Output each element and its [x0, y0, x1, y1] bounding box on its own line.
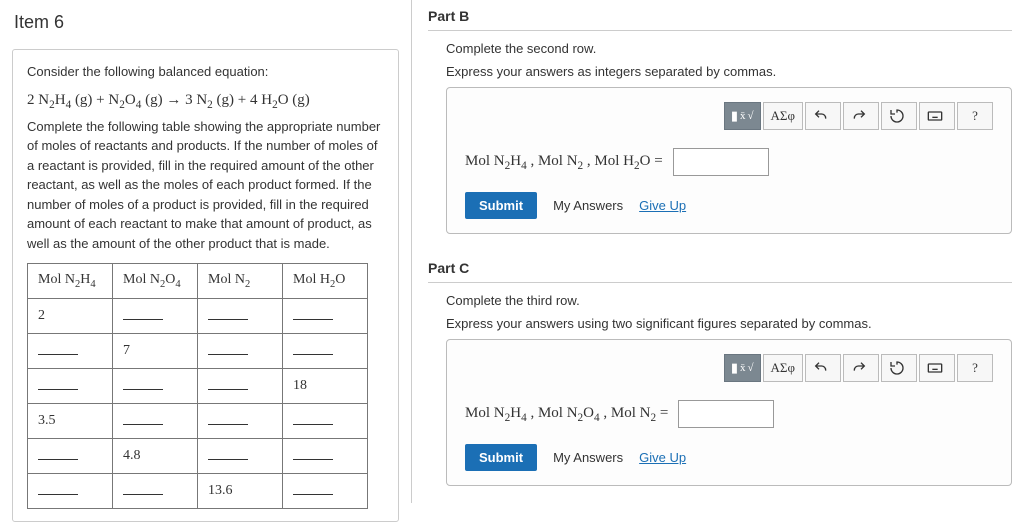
blank-field — [123, 482, 163, 495]
table-cell — [113, 299, 198, 334]
blank-field — [38, 482, 78, 495]
my-answers-link[interactable]: My Answers — [553, 198, 623, 213]
undo-button[interactable] — [805, 102, 841, 130]
table-cell — [198, 369, 283, 404]
moles-table: Mol N2H4 Mol N2O4 Mol N2 Mol H2O 27 18 3.5… — [27, 263, 368, 509]
col-header: Mol H2O — [283, 264, 368, 299]
col-header: Mol N2O4 — [113, 264, 198, 299]
table-cell — [283, 474, 368, 509]
table-cell — [28, 474, 113, 509]
blank-field — [208, 307, 248, 320]
table-row: 3.5 — [28, 404, 368, 439]
question-box: Consider the following balanced equation… — [12, 49, 399, 522]
undo-button[interactable] — [805, 354, 841, 382]
greek-letters-button[interactable]: ΑΣφ — [763, 354, 803, 382]
table-cell — [113, 369, 198, 404]
intro-text: Consider the following balanced equation… — [27, 62, 384, 82]
blank-field — [293, 482, 333, 495]
part-b-heading: Part B — [428, 0, 1012, 31]
left-panel: Item 6 Consider the following balanced e… — [0, 0, 412, 503]
item-title: Item 6 — [12, 0, 399, 49]
table-row: 4.8 — [28, 439, 368, 474]
part-b-answer-box: ▮x̄√ ΑΣφ ? Mol N2H4 , Mol N2 , Mol H2O =… — [446, 87, 1012, 234]
blank-field — [123, 307, 163, 320]
my-answers-link[interactable]: My Answers — [553, 450, 623, 465]
table-cell: 18 — [283, 369, 368, 404]
help-button[interactable]: ? — [957, 354, 993, 382]
blank-field — [293, 412, 333, 425]
keyboard-button[interactable] — [919, 354, 955, 382]
table-cell: 13.6 — [198, 474, 283, 509]
table-cell — [28, 334, 113, 369]
table-cell — [283, 439, 368, 474]
part-b-line2: Express your answers as integers separat… — [446, 64, 1012, 79]
keyboard-button[interactable] — [919, 102, 955, 130]
blank-field — [208, 377, 248, 390]
table-cell: 2 — [28, 299, 113, 334]
give-up-link[interactable]: Give Up — [639, 450, 686, 465]
table-cell — [198, 334, 283, 369]
blank-field — [38, 377, 78, 390]
table-row: 2 — [28, 299, 368, 334]
table-cell — [283, 404, 368, 439]
submit-button[interactable]: Submit — [465, 192, 537, 219]
instructions: Complete the following table showing the… — [27, 117, 384, 254]
blank-field — [208, 447, 248, 460]
table-row: 18 — [28, 369, 368, 404]
table-cell: 3.5 — [28, 404, 113, 439]
part-b-line1: Complete the second row. — [446, 41, 1012, 56]
table-cell: 4.8 — [113, 439, 198, 474]
table-cell — [28, 439, 113, 474]
reset-button[interactable] — [881, 102, 917, 130]
table-cell — [198, 404, 283, 439]
col-header: Mol N2 — [198, 264, 283, 299]
part-b-answer-input[interactable] — [673, 148, 769, 176]
table-header-row: Mol N2H4 Mol N2O4 Mol N2 Mol H2O — [28, 264, 368, 299]
table-row: 13.6 — [28, 474, 368, 509]
table-cell — [283, 299, 368, 334]
greek-letters-button[interactable]: ΑΣφ — [763, 102, 803, 130]
balanced-equation: 2 N2H4 (g) + N2O4 (g) → 3 N2 (g) + 4 H2O… — [27, 92, 384, 111]
right-panel: Part B Complete the second row. Express … — [412, 0, 1024, 503]
table-cell — [198, 299, 283, 334]
reset-button[interactable] — [881, 354, 917, 382]
redo-button[interactable] — [843, 102, 879, 130]
blank-field — [293, 342, 333, 355]
formatting-toolbar: ▮x̄√ ΑΣφ ? — [465, 354, 993, 382]
table-cell: 7 — [113, 334, 198, 369]
part-c-line2: Express your answers using two significa… — [446, 316, 1012, 331]
equation-tools-button[interactable]: ▮x̄√ — [724, 354, 761, 382]
submit-button[interactable]: Submit — [465, 444, 537, 471]
table-cell — [198, 439, 283, 474]
part-c-variable-label: Mol N2H4 , Mol N2O4 , Mol N2 = — [465, 405, 668, 424]
blank-field — [123, 377, 163, 390]
part-c-heading: Part C — [428, 252, 1012, 283]
part-c-answer-box: ▮x̄√ ΑΣφ ? Mol N2H4 , Mol N2O4 , Mol N2 … — [446, 339, 1012, 486]
give-up-link[interactable]: Give Up — [639, 198, 686, 213]
part-c-answer-input[interactable] — [678, 400, 774, 428]
equation-tools-button[interactable]: ▮x̄√ — [724, 102, 761, 130]
table-row: 7 — [28, 334, 368, 369]
redo-button[interactable] — [843, 354, 879, 382]
part-c-line1: Complete the third row. — [446, 293, 1012, 308]
blank-field — [38, 342, 78, 355]
blank-field — [208, 342, 248, 355]
blank-field — [208, 412, 248, 425]
part-b-variable-label: Mol N2H4 , Mol N2 , Mol H2O = — [465, 153, 663, 172]
table-cell — [283, 334, 368, 369]
help-button[interactable]: ? — [957, 102, 993, 130]
table-cell — [113, 404, 198, 439]
table-cell — [113, 474, 198, 509]
blank-field — [38, 447, 78, 460]
blank-field — [123, 412, 163, 425]
col-header: Mol N2H4 — [28, 264, 113, 299]
blank-field — [293, 307, 333, 320]
blank-field — [293, 447, 333, 460]
table-cell — [28, 369, 113, 404]
formatting-toolbar: ▮x̄√ ΑΣφ ? — [465, 102, 993, 130]
